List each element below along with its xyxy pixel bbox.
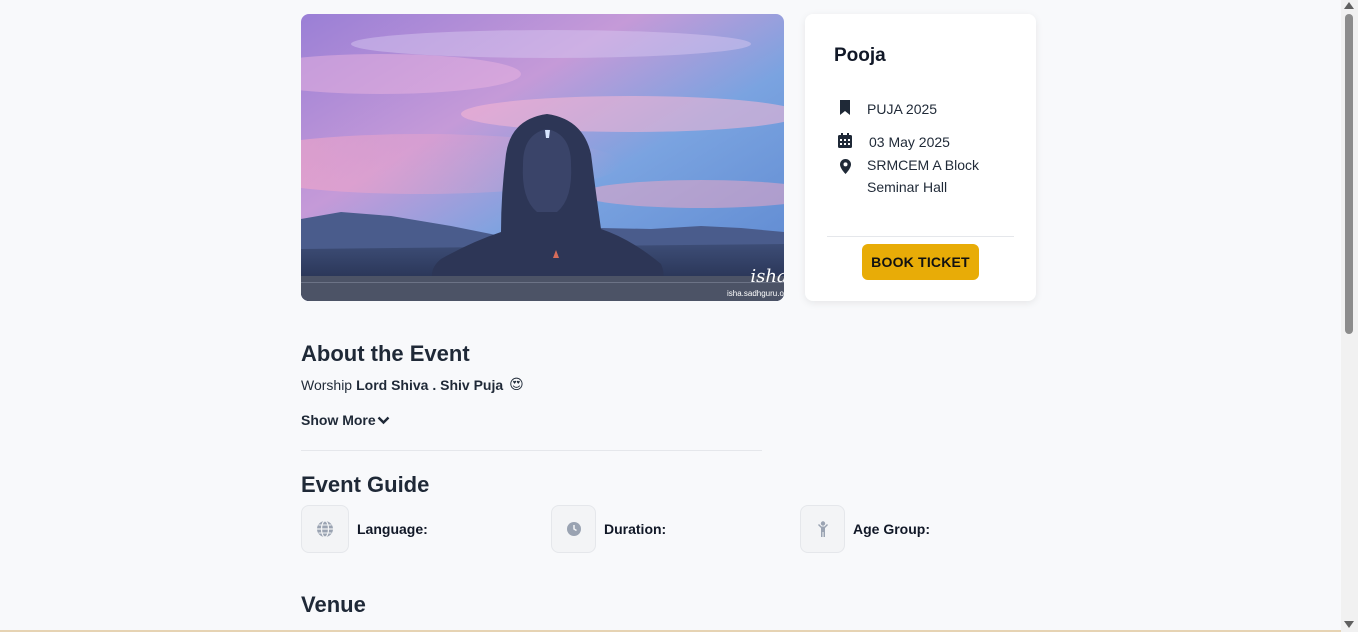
event-guide-heading: Event Guide xyxy=(301,472,430,497)
age-group-label: Age Group: xyxy=(853,521,930,537)
about-heading: About the Event xyxy=(301,341,470,366)
scroll-up-arrow-icon[interactable] xyxy=(1344,2,1354,9)
scroll-thumb[interactable] xyxy=(1345,14,1353,334)
adiyogi-photo: isha.sadhguru.org isha xyxy=(301,14,784,301)
isha-logo: isha xyxy=(750,266,784,287)
watermark-text: isha.sadhguru.org xyxy=(727,289,784,298)
show-more-label: Show More xyxy=(301,412,376,428)
chevron-down-icon xyxy=(377,416,390,424)
event-title: Pooja xyxy=(834,45,886,66)
duration-label: Duration: xyxy=(604,521,667,537)
language-label: Language: xyxy=(357,521,428,537)
guide-language: Language: xyxy=(301,505,428,553)
about-text-bold: Lord Shiva . Shiv Puja xyxy=(356,376,504,393)
venue-heading: Venue xyxy=(301,592,366,617)
heart-eyes-emoji: 😍 xyxy=(509,376,524,392)
guide-age-group: Age Group: xyxy=(800,505,930,553)
event-summary-card: Pooja PUJA 2025 03 May 2025 SRMCEM A Blo… xyxy=(805,14,1036,301)
book-ticket-button[interactable]: BOOK TICKET xyxy=(862,244,979,280)
clock-icon xyxy=(551,505,596,553)
calendar-icon xyxy=(838,132,852,148)
event-venue-row: SRMCEM A Block Seminar Hall xyxy=(838,154,979,198)
show-more-button[interactable]: Show More xyxy=(301,412,390,428)
guide-duration: Duration: xyxy=(551,505,666,553)
event-venue: SRMCEM A Block Seminar Hall xyxy=(867,154,979,198)
about-text-prefix: Worship xyxy=(301,376,353,393)
card-divider xyxy=(827,236,1014,237)
event-date-row: 03 May 2025 xyxy=(838,131,950,153)
bookmark-icon xyxy=(838,99,852,115)
vertical-scrollbar[interactable] xyxy=(1341,0,1358,632)
venue-line-1: SRMCEM A Block xyxy=(867,157,980,173)
event-category-row: PUJA 2025 xyxy=(838,98,937,120)
about-description: Worship Lord Shiva . Shiv Puja 😍 xyxy=(301,376,524,393)
section-divider xyxy=(301,450,762,451)
event-date: 03 May 2025 xyxy=(869,134,950,150)
person-icon xyxy=(800,505,845,553)
event-category: PUJA 2025 xyxy=(867,101,938,117)
scroll-down-arrow-icon[interactable] xyxy=(1344,621,1354,628)
event-banner-image: isha.sadhguru.org isha xyxy=(301,14,784,301)
venue-line-2: Seminar Hall xyxy=(867,179,948,195)
location-pin-icon xyxy=(838,158,852,174)
globe-icon xyxy=(301,505,349,553)
